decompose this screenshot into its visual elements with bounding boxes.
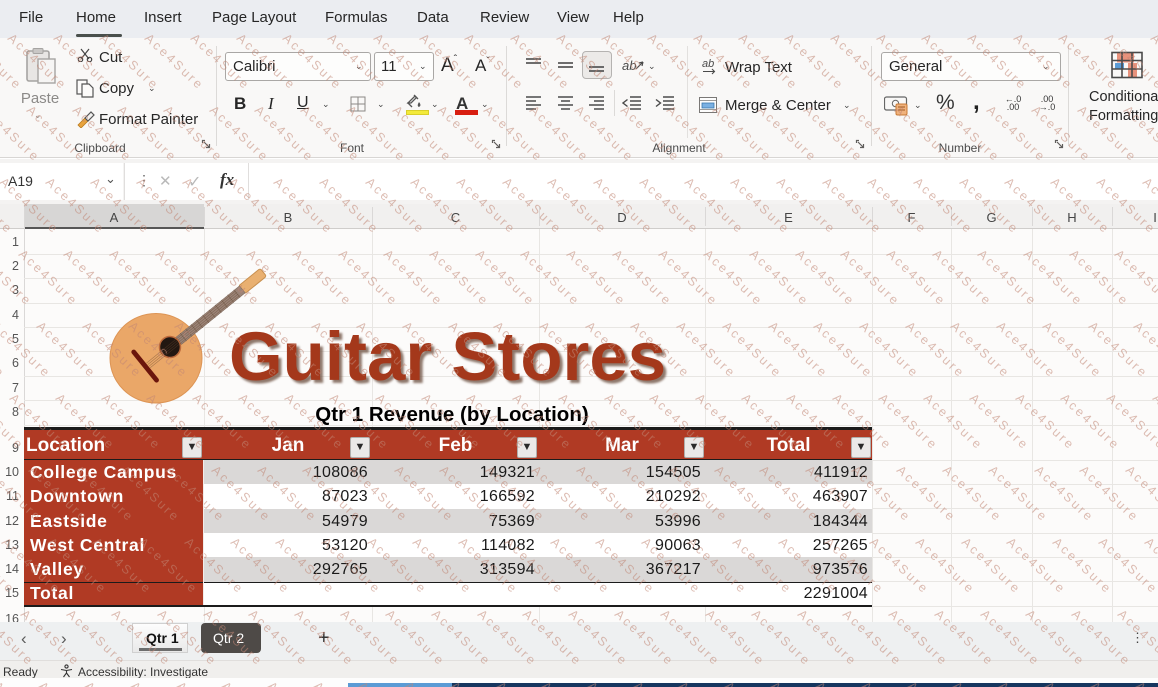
svg-text:ab: ab [622,58,636,73]
svg-text:ab: ab [702,58,714,70]
